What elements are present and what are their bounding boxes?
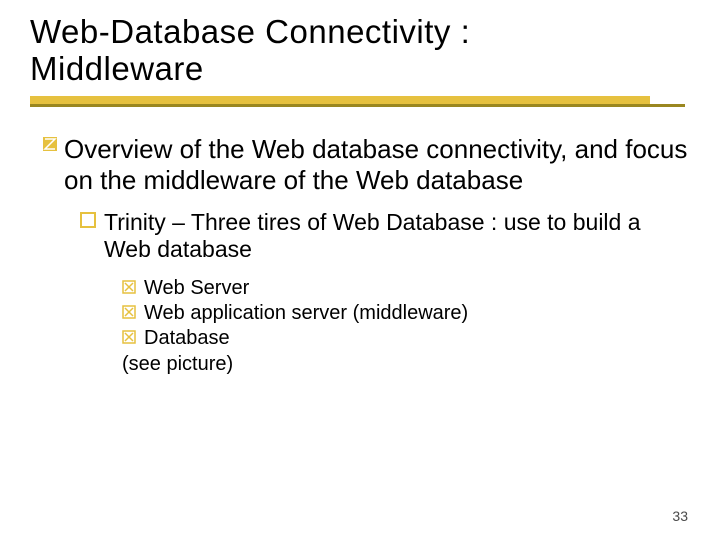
bullet-y-icon bbox=[80, 209, 102, 232]
list-item: Trinity – Three tires of Web Database : … bbox=[80, 209, 690, 263]
bullet-x-icon bbox=[122, 326, 142, 347]
page-number: 33 bbox=[672, 508, 688, 524]
list-item: Web application server (middleware) bbox=[122, 301, 690, 325]
bullet-l3-text-0: Web Server bbox=[144, 276, 690, 300]
bullet-l3-plain: (see picture) bbox=[122, 352, 690, 376]
underline-olive bbox=[30, 104, 685, 107]
bullet-l1-text: Overview of the Web database connectivit… bbox=[64, 134, 690, 195]
slide: Web-Database Connectivity : Middleware O… bbox=[0, 0, 720, 540]
bullet-level2: Trinity – Three tires of Web Database : … bbox=[80, 209, 690, 263]
slide-title-line1: Web-Database Connectivity : bbox=[30, 14, 690, 51]
slide-title-line2: Middleware bbox=[30, 51, 690, 88]
bullet-x-icon bbox=[122, 301, 142, 322]
bullet-z-icon bbox=[42, 134, 62, 159]
bullet-level1: Overview of the Web database connectivit… bbox=[42, 134, 690, 195]
title-block: Web-Database Connectivity : Middleware bbox=[30, 14, 690, 88]
bullet-x-icon bbox=[122, 276, 142, 297]
list-item: Overview of the Web database connectivit… bbox=[42, 134, 690, 195]
bullet-level3: Web Server Web application server (middl… bbox=[122, 276, 690, 351]
title-underline bbox=[30, 94, 690, 110]
bullet-l3-text-2: Database bbox=[144, 326, 690, 350]
list-item: Web Server bbox=[122, 276, 690, 300]
bullet-l2-text: Trinity – Three tires of Web Database : … bbox=[104, 209, 690, 263]
bullet-l3-text-1: Web application server (middleware) bbox=[144, 301, 690, 325]
list-item: Database bbox=[122, 326, 690, 350]
